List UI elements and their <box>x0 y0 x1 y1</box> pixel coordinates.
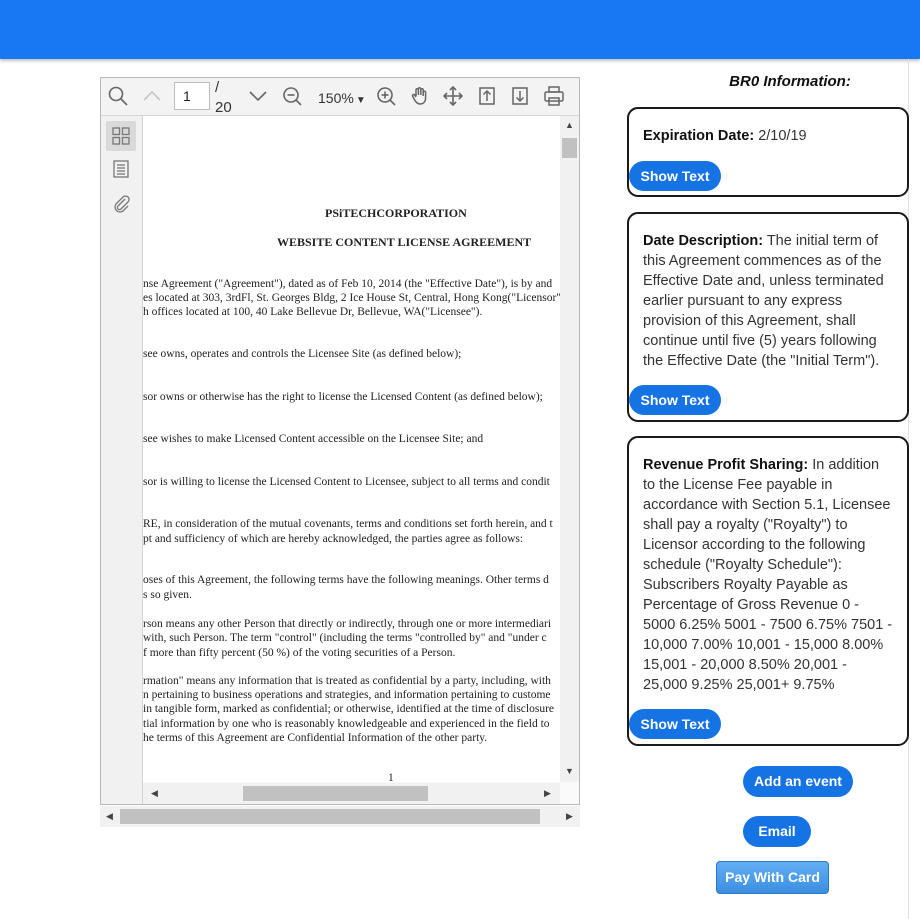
horizontal-scroll-thumb[interactable] <box>243 786 428 801</box>
show-text-button[interactable]: Show Text <box>629 161 721 191</box>
zoom-in-icon[interactable] <box>374 84 398 108</box>
zoom-select[interactable]: 150% ▼ <box>318 90 366 106</box>
document-title: WEBSITE CONTENT LICENSE AGREEMENT <box>277 235 532 249</box>
document-line: n pertaining to business operations and … <box>143 689 551 701</box>
zoom-out-icon[interactable] <box>280 84 304 108</box>
document-line: see wishes to make Licensed Content acce… <box>143 433 484 445</box>
outer-horizontal-scrollbar[interactable]: ◀ ▶ <box>100 806 580 827</box>
chevron-down-icon[interactable] <box>246 84 270 108</box>
scroll-up-icon[interactable]: ▲ <box>565 120 574 130</box>
pay-with-card-button[interactable]: Pay With Card <box>716 861 829 894</box>
pdf-page: PSiTECHCORPORATION WEBSITE CONTENT LICEN… <box>143 116 561 782</box>
card-value: 2/10/19 <box>754 128 807 144</box>
vertical-scroll-thumb[interactable] <box>562 138 577 158</box>
card-label: Revenue Profit Sharing: <box>643 457 809 473</box>
document-line: tial information by one who is reasonabl… <box>143 718 550 730</box>
move-icon[interactable] <box>441 84 465 108</box>
info-panel-title: BR0 Information: <box>729 73 851 90</box>
document-line: h offices located at 100, 40 Lake Bellev… <box>143 306 483 318</box>
scroll-left-icon[interactable]: ◀ <box>151 788 158 799</box>
search-icon[interactable] <box>106 84 130 108</box>
card-label: Expiration Date: <box>643 128 755 144</box>
info-card-expiration: Expiration Date: 2/10/19 Show Text <box>627 107 909 197</box>
document-company: PSiTECHCORPORATION <box>325 206 467 220</box>
document-line: pt and sufficiency of which are hereby a… <box>143 533 524 545</box>
add-event-button[interactable]: Add an event <box>743 766 853 797</box>
document-line: es located at 303, 3rdFl, St. Georges Bl… <box>143 292 561 304</box>
outline-icon[interactable] <box>106 154 136 184</box>
attachment-icon[interactable] <box>106 188 136 218</box>
document-line: sor owns or otherwise has the right to l… <box>143 391 543 403</box>
pan-icon[interactable] <box>408 84 432 108</box>
chevron-up-icon[interactable] <box>140 84 164 108</box>
scroll-right-icon[interactable]: ▶ <box>544 788 551 799</box>
email-button[interactable]: Email <box>743 816 811 847</box>
page-separator: / <box>215 79 220 96</box>
scroll-right-icon[interactable]: ▶ <box>566 811 573 822</box>
page-down-icon[interactable] <box>508 84 532 108</box>
vertical-scrollbar[interactable]: ▲ ▼ <box>560 116 579 782</box>
document-line: sor is willing to license the Licensed C… <box>143 476 550 488</box>
card-value: In addition to the License Fee payable i… <box>643 457 893 693</box>
document-line: rson means any other Person that directl… <box>143 618 552 630</box>
document-line: nse Agreement ("Agreement"), dated as of… <box>143 278 553 290</box>
scroll-left-icon[interactable]: ◀ <box>106 811 113 822</box>
info-card-date-description: Date Description: The initial term of th… <box>627 212 909 422</box>
pdf-viewer: 1 / 20 150% ▼ PSiTECHCORPORATION WEBSITE… <box>100 77 580 805</box>
document-line: he terms of this Agreement are Confident… <box>143 732 488 744</box>
horizontal-scrollbar[interactable]: ◀ ▶ <box>143 783 560 804</box>
page-up-icon[interactable] <box>475 84 499 108</box>
print-icon[interactable] <box>542 84 566 108</box>
card-label: Date Description: <box>643 233 764 249</box>
document-line: see owns, operates and controls the Lice… <box>143 348 462 360</box>
document-line: in tangible form, marked as confidential… <box>143 703 555 715</box>
document-line: f more than fifty percent (50 %) of the … <box>143 647 456 659</box>
card-value: The initial term of this Agreement comme… <box>643 233 884 369</box>
scroll-down-icon[interactable]: ▼ <box>565 766 574 776</box>
show-text-button[interactable]: Show Text <box>629 385 721 415</box>
outer-scroll-thumb[interactable] <box>120 809 540 824</box>
document-line: rmation" means any information that is t… <box>143 675 551 687</box>
document-line: RE, in consideration of the mutual coven… <box>143 518 553 530</box>
page-number-input[interactable]: 1 <box>174 82 210 110</box>
page-total: 20 <box>215 99 232 116</box>
document-page-number: 1 <box>388 772 394 782</box>
pdf-sidebar <box>101 116 143 804</box>
document-line: oses of this Agreement, the following te… <box>143 574 549 586</box>
info-card-revenue-profit-sharing: Revenue Profit Sharing: In addition to t… <box>627 436 909 746</box>
card-text: Expiration Date: 2/10/19 <box>643 126 895 146</box>
thumbnails-icon[interactable] <box>106 121 136 151</box>
document-line: with, such Person. The term "control" (i… <box>143 632 547 644</box>
chevron-down-icon: ▼ <box>355 95 366 106</box>
show-text-button[interactable]: Show Text <box>629 709 721 739</box>
header-bar <box>0 0 920 59</box>
document-line: s so given. <box>143 589 192 601</box>
card-text: Revenue Profit Sharing: In addition to t… <box>643 455 895 695</box>
card-text: Date Description: The initial term of th… <box>643 231 895 371</box>
zoom-value: 150% <box>318 90 354 106</box>
pdf-toolbar: 1 / 20 150% ▼ <box>101 78 579 116</box>
